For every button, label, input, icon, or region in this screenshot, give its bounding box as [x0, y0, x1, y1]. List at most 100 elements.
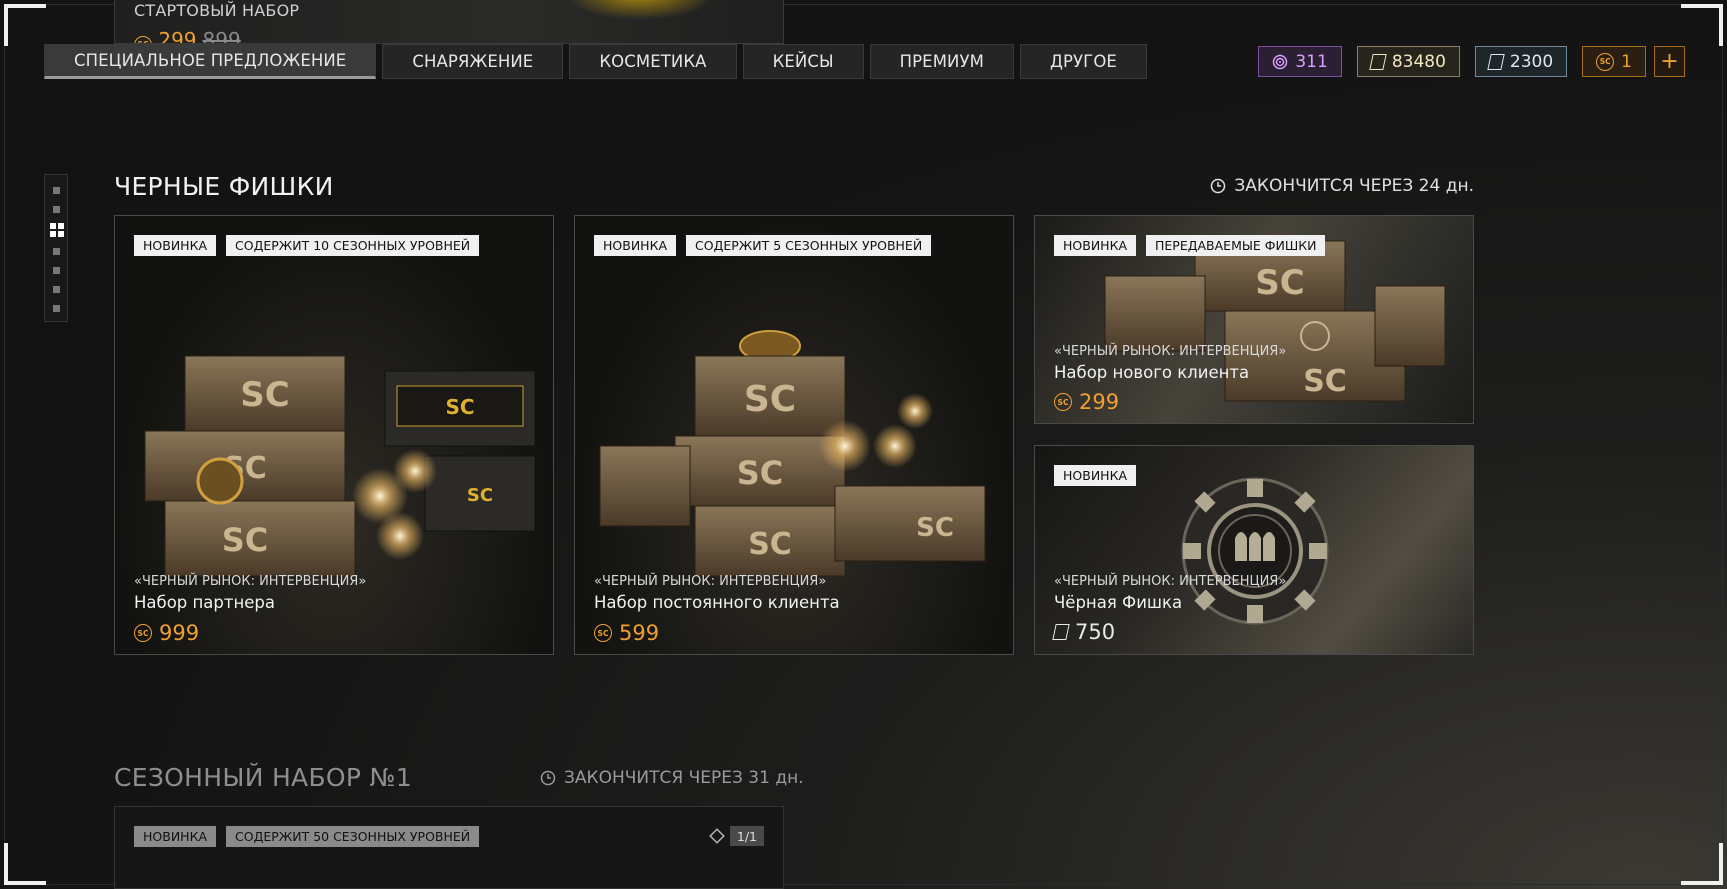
swirl-icon [1273, 54, 1288, 69]
tab-premium[interactable]: ПРЕМИУМ [869, 44, 1014, 79]
shop-tabs: СПЕЦИАЛЬНОЕ ПРЕДЛОЖЕНИЕ СНАРЯЖЕНИЕ КОСМЕ… [44, 44, 1147, 79]
card-price: SC 299 [1054, 390, 1119, 414]
starter-pack-card[interactable]: СТАРТОВЫЙ НАБОР SC 299 899 [114, 0, 784, 44]
product-card-season-pack[interactable]: НОВИНКА СОДЕРЖИТ 50 СЕЗОННЫХ УРОВНЕЙ 1/1 [114, 806, 784, 889]
sc-coin-icon: SC [1054, 393, 1072, 411]
tag-new: НОВИНКА [134, 235, 216, 256]
nav-dot[interactable] [53, 187, 60, 194]
svg-text:SC: SC [240, 375, 289, 415]
price-value: 299 [158, 28, 197, 44]
card-price: SC 999 [134, 621, 199, 645]
svg-text:SC: SC [467, 485, 493, 506]
timer-text: ЗАКОНЧИТСЯ ЧЕРЕЗ 31 дн. [564, 768, 804, 788]
clock-icon [1211, 178, 1226, 194]
svg-text:SC: SC [1255, 263, 1304, 303]
card-subtitle: «ЧЕРНЫЙ РЫНОК: ИНТЕРВЕНЦИЯ» [1054, 574, 1287, 589]
card-name: Набор нового клиента [1054, 363, 1250, 382]
svg-text:SC: SC [744, 379, 796, 420]
frame-corner [4, 843, 46, 885]
tag-new: НОВИНКА [1054, 235, 1136, 256]
sc-amount: 1 [1621, 51, 1632, 72]
tab-special-offer[interactable]: СПЕЦИАЛЬНОЕ ПРЕДЛОЖЕНИЕ [44, 44, 377, 79]
clock-icon [540, 770, 556, 786]
nav-dot[interactable] [53, 305, 60, 312]
nav-dot[interactable] [53, 286, 60, 293]
nav-grid-icon[interactable] [50, 223, 64, 237]
tag-new: НОВИНКА [1054, 465, 1136, 486]
card-tags: НОВИНКА СОДЕРЖИТ 5 СЕЗОННЫХ УРОВНЕЙ [594, 235, 932, 256]
sc-currency[interactable]: SC 1 [1582, 46, 1646, 77]
card-tags: НОВИНКА СОДЕРЖИТ 10 СЕЗОННЫХ УРОВНЕЙ [134, 235, 480, 256]
card-name: Набор постоянного клиента [594, 593, 840, 612]
silver-currency[interactable]: 2300 [1474, 46, 1568, 77]
tag-levels: СОДЕРЖИТ 50 СЕЗОННЫХ УРОВНЕЙ [226, 826, 480, 847]
card-name: Чёрная Фишка [1054, 593, 1183, 612]
tag-new: НОВИНКА [594, 235, 676, 256]
black-chip-art [1181, 477, 1329, 625]
product-card-partner[interactable]: НОВИНКА СОДЕРЖИТ 10 СЕЗОННЫХ УРОВНЕЙ SC … [114, 215, 554, 655]
nav-dot[interactable] [53, 267, 60, 274]
tab-cosmetics[interactable]: КОСМЕТИКА [569, 44, 737, 79]
card-subtitle: «ЧЕРНЫЙ РЫНОК: ИНТЕРВЕНЦИЯ» [594, 574, 827, 589]
timer-text: ЗАКОНЧИТСЯ ЧЕРЕЗ 24 дн. [1234, 176, 1474, 196]
ticket-icon [1369, 53, 1387, 70]
card-tags: НОВИНКА ПЕРЕДАВАЕМЫЕ ФИШКИ [1054, 235, 1326, 256]
section-timer: ЗАКОНЧИТСЯ ЧЕРЕЗ 31 дн. [540, 768, 804, 788]
tag-transferable: ПЕРЕДАВАЕМЫЕ ФИШКИ [1146, 235, 1326, 256]
gold-currency[interactable]: 83480 [1356, 46, 1460, 77]
currency-bar: 311 83480 2300 SC 1 + [1258, 46, 1685, 77]
card-price: 750 [1052, 620, 1116, 644]
old-price: 899 [202, 28, 241, 44]
cube-icon [708, 828, 725, 844]
frame-corner [4, 4, 46, 46]
price-value: 750 [1075, 620, 1116, 644]
svg-text:SC: SC [748, 527, 792, 562]
card-tags: НОВИНКА СОДЕРЖИТ 50 СЕЗОННЫХ УРОВНЕЙ [134, 826, 480, 847]
nav-dot[interactable] [53, 248, 60, 255]
frame-corner [1681, 843, 1723, 885]
svg-text:SC: SC [737, 454, 784, 492]
card-price: SC 599 [594, 621, 659, 645]
price-value: 599 [619, 621, 660, 645]
sc-coin-icon: SC [134, 624, 152, 642]
svg-text:SC: SC [916, 513, 954, 543]
svg-text:SC: SC [222, 521, 269, 559]
section-title: СЕЗОННЫЙ НАБОР №1 [114, 763, 413, 792]
svg-text:SC: SC [1303, 364, 1347, 399]
tag-levels: СОДЕРЖИТ 10 СЕЗОННЫХ УРОВНЕЙ [226, 235, 480, 256]
tab-other[interactable]: ДРУГОЕ [1019, 44, 1147, 79]
svg-text:SC: SC [445, 395, 474, 419]
nav-dot[interactable] [53, 206, 60, 213]
card-title: СТАРТОВЫЙ НАБОР [134, 1, 300, 20]
sc-coin-icon: SC [1596, 52, 1615, 71]
purple-amount: 311 [1295, 51, 1328, 72]
section-timer: ЗАКОНЧИТСЯ ЧЕРЕЗ 24 дн. [1210, 176, 1474, 196]
product-card-black-chip[interactable]: НОВИНКА «ЧЕРНЫЙ РЫНОК: ИНТЕРВЕНЦИЯ» Чёрн… [1034, 445, 1474, 655]
glow-decoration [565, 0, 715, 20]
crates-art: SC SC SC SC SC [144, 355, 536, 577]
price-value: 999 [159, 621, 200, 645]
silver-amount: 2300 [1509, 51, 1554, 72]
tag-new: НОВИНКА [134, 826, 216, 847]
sc-coin-icon: SC [134, 35, 152, 43]
pack-count-value: 1/1 [729, 826, 764, 846]
ticket-icon [1487, 53, 1505, 70]
frame-corner [1681, 4, 1723, 46]
gold-amount: 83480 [1391, 51, 1446, 72]
tab-cases[interactable]: КЕЙСЫ [742, 44, 864, 79]
card-subtitle: «ЧЕРНЫЙ РЫНОК: ИНТЕРВЕНЦИЯ» [134, 574, 367, 589]
ticket-icon [1052, 624, 1070, 640]
section-title: ЧЕРНЫЕ ФИШКИ [114, 172, 334, 201]
crates-art: SC SC SC SC [599, 330, 986, 577]
product-card-regular-client[interactable]: НОВИНКА СОДЕРЖИТ 5 СЕЗОННЫХ УРОВНЕЙ SC S… [574, 215, 1014, 655]
card-price: SC 299 899 [134, 28, 241, 44]
sc-coin-icon: SC [594, 624, 612, 642]
product-card-new-client[interactable]: НОВИНКА ПЕРЕДАВАЕМЫЕ ФИШКИ SC SC «ЧЕРНЫЙ… [1034, 215, 1474, 424]
purple-currency[interactable]: 311 [1258, 46, 1342, 77]
tab-equipment[interactable]: СНАРЯЖЕНИЕ [382, 44, 564, 79]
section-navigator [44, 174, 68, 322]
pack-count: 1/1 [708, 826, 764, 846]
card-name: Набор партнера [134, 593, 276, 612]
card-subtitle: «ЧЕРНЫЙ РЫНОК: ИНТЕРВЕНЦИЯ» [1054, 344, 1287, 359]
add-currency-button[interactable]: + [1654, 46, 1685, 77]
